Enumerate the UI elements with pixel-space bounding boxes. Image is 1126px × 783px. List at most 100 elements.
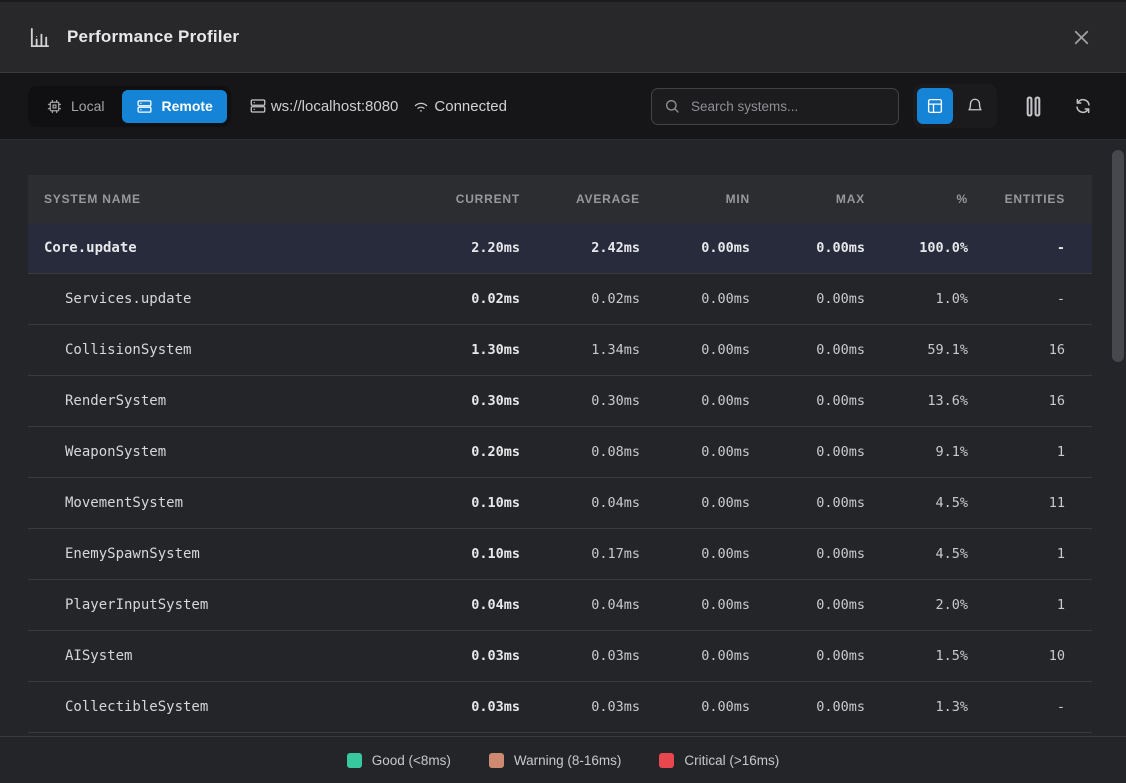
average-cell: 0.17ms (520, 546, 640, 562)
column-header-system-name[interactable]: SYSTEM NAME (44, 192, 400, 206)
average-cell: 0.30ms (520, 393, 640, 409)
endpoint-url: ws://localhost:8080 (271, 98, 399, 115)
max-cell: 0.00ms (750, 342, 865, 358)
table-row[interactable]: RenderSystem 0.30ms 0.30ms 0.00ms 0.00ms… (28, 376, 1092, 427)
systems-table: SYSTEM NAME CURRENT AVERAGE MIN MAX % EN… (28, 175, 1092, 733)
current-cell: 0.03ms (400, 699, 520, 715)
entities-cell: 10 (968, 648, 1065, 664)
system-name-cell: Core.update (44, 240, 400, 256)
refresh-button[interactable] (1068, 91, 1098, 121)
average-cell: 2.42ms (520, 240, 640, 256)
average-cell: 0.03ms (520, 699, 640, 715)
threshold-legend: Good (<8ms) Warning (8-16ms) Critical (>… (0, 736, 1126, 783)
server-icon (136, 98, 153, 115)
table-row[interactable]: CollectibleSystem 0.03ms 0.03ms 0.00ms 0… (28, 682, 1092, 733)
legend-label-warning: Warning (8-16ms) (514, 753, 622, 768)
table-row[interactable]: EnemySpawnSystem 0.10ms 0.17ms 0.00ms 0.… (28, 529, 1092, 580)
table-row[interactable]: Core.update 2.20ms 2.42ms 0.00ms 0.00ms … (28, 223, 1092, 274)
endpoint-server-icon (249, 97, 267, 115)
average-cell: 1.34ms (520, 342, 640, 358)
max-cell: 0.00ms (750, 444, 865, 460)
cpu-chip-icon (46, 98, 63, 115)
local-mode-button[interactable]: Local (32, 90, 118, 123)
column-header-current[interactable]: CURRENT (400, 192, 520, 206)
table-row[interactable]: WeaponSystem 0.20ms 0.08ms 0.00ms 0.00ms… (28, 427, 1092, 478)
entities-cell: - (968, 699, 1065, 715)
average-cell: 0.04ms (520, 495, 640, 511)
table-row[interactable]: CollisionSystem 1.30ms 1.34ms 0.00ms 0.0… (28, 325, 1092, 376)
table-row[interactable]: Services.update 0.02ms 0.02ms 0.00ms 0.0… (28, 274, 1092, 325)
percent-cell: 13.6% (865, 393, 968, 409)
column-header-min[interactable]: MIN (640, 192, 750, 206)
remote-mode-button[interactable]: Remote (122, 90, 226, 123)
current-cell: 0.20ms (400, 444, 520, 460)
bell-icon (966, 97, 984, 115)
column-header-entities[interactable]: ENTITIES (968, 192, 1065, 206)
min-cell: 0.00ms (640, 444, 750, 460)
entities-cell: 1 (968, 444, 1065, 460)
title-bar: Performance Profiler (0, 2, 1126, 73)
average-cell: 0.08ms (520, 444, 640, 460)
percent-cell: 59.1% (865, 342, 968, 358)
max-cell: 0.00ms (750, 240, 865, 256)
column-header-max[interactable]: MAX (750, 192, 865, 206)
local-mode-label: Local (71, 98, 104, 114)
percent-cell: 1.5% (865, 648, 968, 664)
current-cell: 1.30ms (400, 342, 520, 358)
pause-icon (1025, 96, 1042, 117)
column-header-percent[interactable]: % (865, 192, 968, 206)
current-cell: 0.10ms (400, 495, 520, 511)
search-input[interactable] (689, 98, 886, 115)
percent-cell: 4.5% (865, 546, 968, 562)
table-view-button[interactable] (917, 88, 953, 124)
percent-cell: 100.0% (865, 240, 968, 256)
entities-cell: 1 (968, 597, 1065, 613)
connection-status: Connected (434, 98, 507, 115)
system-name-cell: MovementSystem (44, 495, 400, 511)
average-cell: 0.02ms (520, 291, 640, 307)
current-cell: 0.04ms (400, 597, 520, 613)
pause-button[interactable] (1019, 90, 1048, 123)
search-box (651, 88, 899, 125)
table-row[interactable]: PlayerInputSystem 0.04ms 0.04ms 0.00ms 0… (28, 580, 1092, 631)
legend-item-critical: Critical (>16ms) (659, 753, 779, 768)
bar-chart-icon (28, 26, 51, 49)
page-title: Performance Profiler (67, 27, 239, 47)
entities-cell: 1 (968, 546, 1065, 562)
toolbar: Local Remote (0, 73, 1126, 140)
min-cell: 0.00ms (640, 342, 750, 358)
max-cell: 0.00ms (750, 699, 865, 715)
column-header-average[interactable]: AVERAGE (520, 192, 640, 206)
performance-profiler-window: Performance Profiler Local (0, 0, 1126, 783)
refresh-icon (1074, 97, 1092, 115)
min-cell: 0.00ms (640, 546, 750, 562)
min-cell: 0.00ms (640, 597, 750, 613)
max-cell: 0.00ms (750, 495, 865, 511)
system-name-cell: WeaponSystem (44, 444, 400, 460)
percent-cell: 1.0% (865, 291, 968, 307)
connection-info: ws://localhost:8080 Connected (249, 97, 507, 115)
entities-cell: - (968, 240, 1065, 256)
table-row[interactable]: MovementSystem 0.10ms 0.04ms 0.00ms 0.00… (28, 478, 1092, 529)
min-cell: 0.00ms (640, 240, 750, 256)
system-name-cell: EnemySpawnSystem (44, 546, 400, 562)
percent-cell: 4.5% (865, 495, 968, 511)
alerts-button[interactable] (957, 88, 993, 124)
entities-cell: 16 (968, 342, 1065, 358)
max-cell: 0.00ms (750, 546, 865, 562)
entities-cell: 11 (968, 495, 1065, 511)
system-name-cell: CollectibleSystem (44, 699, 400, 715)
vertical-scrollbar-thumb[interactable] (1112, 150, 1124, 362)
min-cell: 0.00ms (640, 699, 750, 715)
max-cell: 0.00ms (750, 648, 865, 664)
min-cell: 0.00ms (640, 291, 750, 307)
current-cell: 0.03ms (400, 648, 520, 664)
close-button[interactable] (1065, 21, 1098, 54)
average-cell: 0.03ms (520, 648, 640, 664)
table-header: SYSTEM NAME CURRENT AVERAGE MIN MAX % EN… (28, 175, 1092, 223)
table-body: Core.update 2.20ms 2.42ms 0.00ms 0.00ms … (28, 223, 1092, 733)
current-cell: 0.30ms (400, 393, 520, 409)
system-name-cell: CollisionSystem (44, 342, 400, 358)
table-row[interactable]: AISystem 0.03ms 0.03ms 0.00ms 0.00ms 1.5… (28, 631, 1092, 682)
min-cell: 0.00ms (640, 495, 750, 511)
